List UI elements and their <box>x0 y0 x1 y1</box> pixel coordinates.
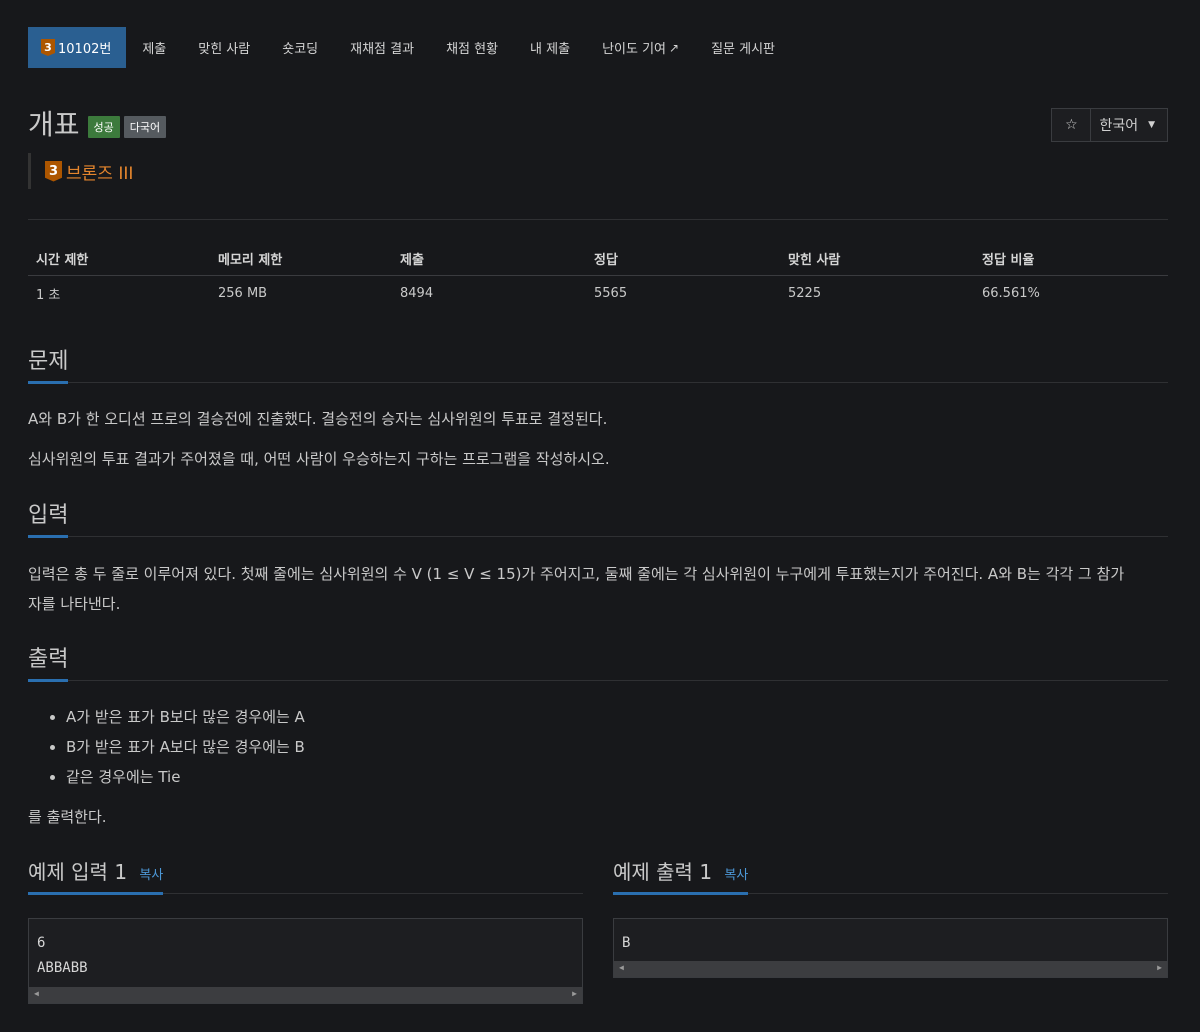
divider <box>28 219 1168 220</box>
header-solved-users: 맞힌 사람 <box>780 242 974 276</box>
bronze-tier-icon: 3 <box>41 39 55 56</box>
sample-output-heading: 예제 출력 1 복사 <box>613 856 749 895</box>
nav-short-coding[interactable]: 숏코딩 <box>266 27 334 68</box>
accept-ratio-value: 66.561% <box>982 286 1040 301</box>
table-row: 1 초 256 MB 8494 5565 5225 66.561% <box>28 276 1168 312</box>
problem-menu: 3 10102번 제출 맞힌 사람 숏코딩 재채점 결과 채점 현황 내 제출 … <box>28 27 791 68</box>
success-label: 성공 <box>87 116 120 138</box>
sample-output-title: 예제 출력 1 <box>613 860 713 884</box>
language-dropdown[interactable]: 한국어 ▼ <box>1091 109 1167 141</box>
input-section-header: 입력 <box>28 497 1168 538</box>
header-accepted: 정답 <box>586 242 780 276</box>
time-limit-value: 1 초 <box>36 288 61 303</box>
nav-my-submissions[interactable]: 내 제출 <box>514 27 586 68</box>
output-tail: 를 출력한다. <box>28 808 107 826</box>
accepted-value: 5565 <box>594 286 628 301</box>
problem-tier[interactable]: 3 브론즈 III <box>28 153 133 189</box>
problem-title-row: 개표 성공 다국어 <box>28 108 167 142</box>
sample-output-header: 예제 출력 1 복사 <box>613 856 1168 895</box>
caret-down-icon: ▼ <box>1148 120 1155 130</box>
problem-section-header: 문제 <box>28 343 1168 384</box>
multilang-label[interactable]: 다국어 <box>123 116 167 138</box>
table-header-row: 시간 제한 메모리 제한 제출 정답 맞힌 사람 정답 비율 <box>28 242 1168 276</box>
star-icon: ☆ <box>1065 117 1078 133</box>
star-button[interactable]: ☆ <box>1052 109 1092 141</box>
language-label: 한국어 <box>1099 118 1139 134</box>
sample-input-heading: 예제 입력 1 복사 <box>28 856 164 895</box>
problem-paragraph: 심사위원의 투표 결과가 주어졌을 때, 어떤 사람이 우승하는지 구하는 프로… <box>28 450 610 468</box>
external-link-icon: ↗ <box>669 40 680 55</box>
copy-input-button[interactable]: 복사 <box>139 868 163 883</box>
input-section-title: 입력 <box>28 497 69 538</box>
sample-input-box[interactable]: 6 ABBABB ◀ ▶ <box>28 918 583 1004</box>
problem-title: 개표 <box>28 108 80 141</box>
problem-section-title: 문제 <box>28 343 69 384</box>
header-time-limit: 시간 제한 <box>28 242 210 276</box>
input-description: 입력은 총 두 줄로 이루어져 있다. 첫째 줄에는 심사위원의 수 V (1 … <box>28 559 1168 619</box>
nav-status[interactable]: 채점 현황 <box>430 27 514 68</box>
nav-problem-number[interactable]: 3 10102번 <box>28 27 127 68</box>
input-line: 입력은 총 두 줄로 이루어져 있다. 첫째 줄에는 심사위원의 수 V (1 … <box>28 565 1125 583</box>
bronze-tier-icon: 3 <box>45 160 62 182</box>
list-item: B가 받은 표가 A보다 많은 경우에는 B <box>66 732 305 762</box>
header-accept-ratio: 정답 비율 <box>974 242 1168 276</box>
nav-rejudge[interactable]: 재채점 결과 <box>334 27 430 68</box>
problem-paragraph: A와 B가 한 오디션 프로의 결승전에 진출했다. 결승전의 승자는 심사위원… <box>28 410 608 428</box>
solved-users-value: 5225 <box>788 286 822 301</box>
output-section-header: 출력 <box>28 641 1168 682</box>
submissions-value: 8494 <box>400 286 434 301</box>
horizontal-scrollbar[interactable]: ◀ ▶ <box>29 987 582 1003</box>
list-item: A가 받은 표가 B보다 많은 경우에는 A <box>66 702 305 732</box>
nav-difficulty-label: 난이도 기여 <box>602 42 666 57</box>
sample-output-box[interactable]: B ◀ ▶ <box>613 918 1168 978</box>
scroll-right-icon[interactable]: ▶ <box>572 989 577 998</box>
output-section-title: 출력 <box>28 641 69 682</box>
problem-info-table: 시간 제한 메모리 제한 제출 정답 맞힌 사람 정답 비율 1 초 256 M… <box>28 242 1168 311</box>
header-memory-limit: 메모리 제한 <box>210 242 392 276</box>
copy-output-button[interactable]: 복사 <box>724 868 748 883</box>
nav-question-board[interactable]: 질문 게시판 <box>695 27 791 68</box>
list-item: 같은 경우에는 Tie <box>66 762 305 792</box>
nav-solved-users[interactable]: 맞힌 사람 <box>182 27 266 68</box>
scroll-left-icon[interactable]: ◀ <box>34 989 39 998</box>
memory-limit-value: 256 MB <box>218 286 268 301</box>
scroll-left-icon[interactable]: ◀ <box>619 963 624 972</box>
sample-input-text: 6 ABBABB <box>37 935 88 976</box>
scroll-right-icon[interactable]: ▶ <box>1157 963 1162 972</box>
output-list: A가 받은 표가 B보다 많은 경우에는 A B가 받은 표가 A보다 많은 경… <box>28 702 305 792</box>
nav-submit[interactable]: 제출 <box>126 27 182 68</box>
nav-problem-label: 10102번 <box>58 42 112 57</box>
problem-description: A와 B가 한 오디션 프로의 결승전에 진출했다. 결승전의 승자는 심사위원… <box>28 404 1168 474</box>
nav-difficulty-contribute[interactable]: 난이도 기여 ↗ <box>586 27 695 68</box>
header-submissions: 제출 <box>392 242 586 276</box>
sample-output-text: B <box>622 935 631 951</box>
sample-input-header: 예제 입력 1 복사 <box>28 856 583 895</box>
tier-name: 브론즈 III <box>66 163 134 184</box>
problem-tools: ☆ 한국어 ▼ <box>1051 108 1168 142</box>
sample-input-title: 예제 입력 1 <box>28 860 128 884</box>
horizontal-scrollbar[interactable]: ◀ ▶ <box>614 961 1167 977</box>
input-line: 자를 나타낸다. <box>28 595 121 613</box>
